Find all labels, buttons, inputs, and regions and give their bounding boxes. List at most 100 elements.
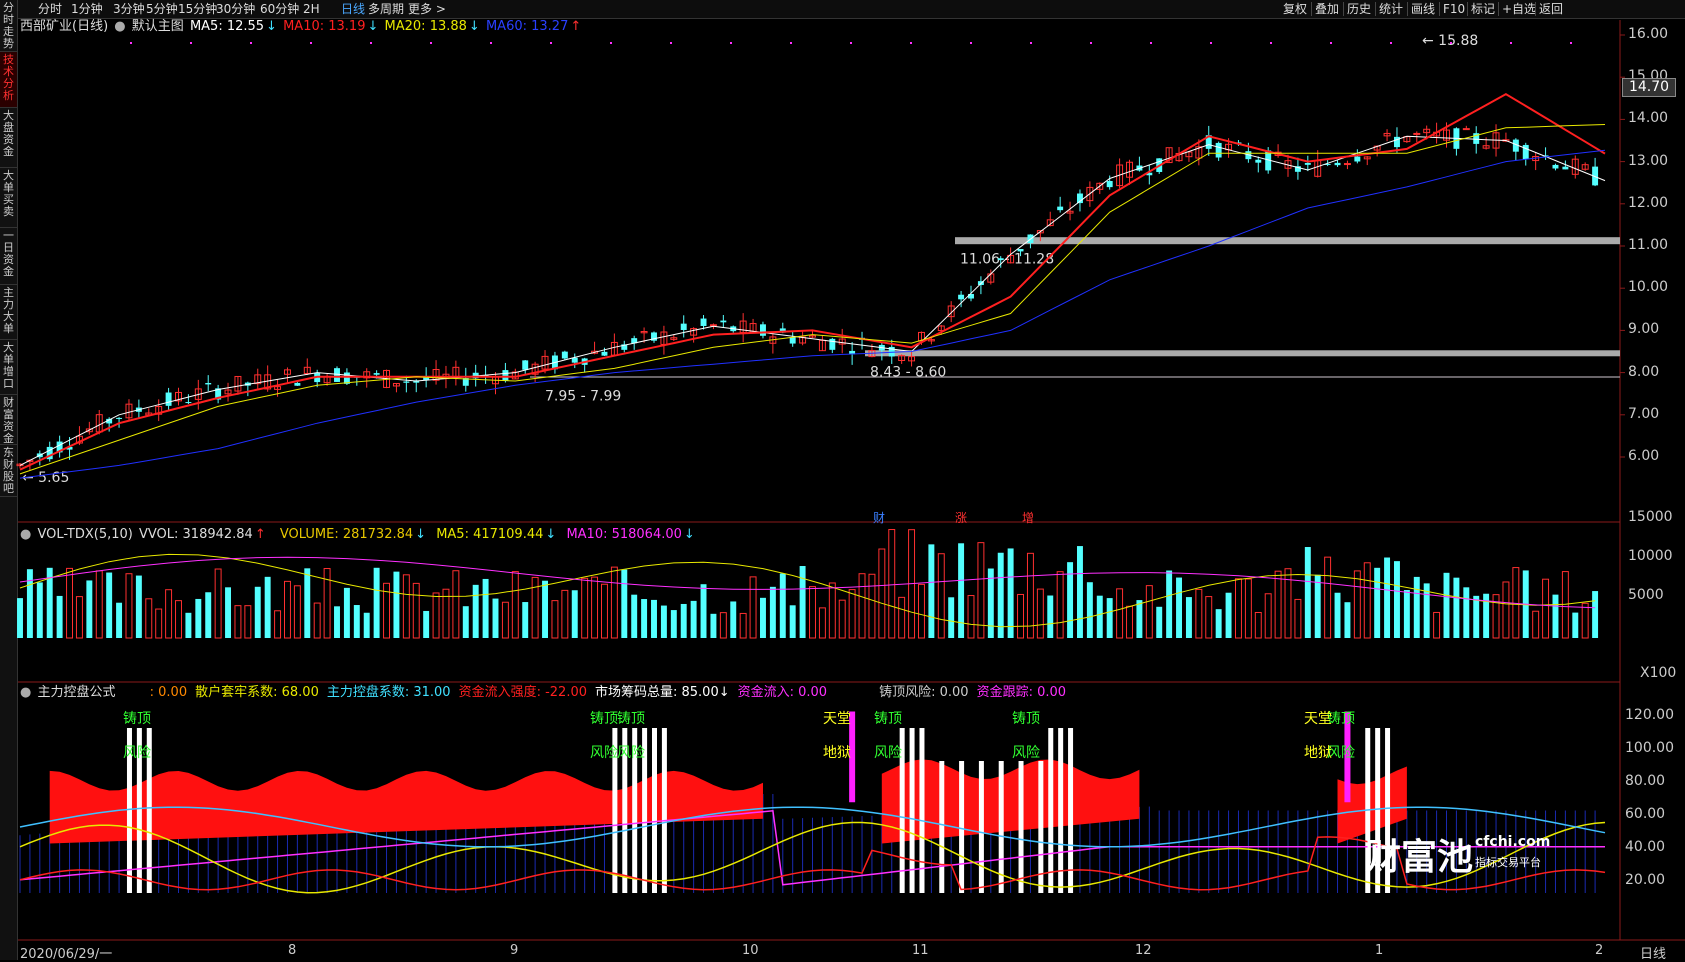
volume-bar [66, 567, 74, 639]
volume-bar [1581, 602, 1589, 639]
volume-bar [710, 613, 717, 638]
volume-bar [1254, 611, 1262, 639]
volume-bar [690, 600, 697, 638]
candle-body [571, 357, 578, 363]
volume-bar [838, 599, 846, 639]
indicator-field: : 0.00 [149, 685, 188, 700]
support-zone-bar [865, 350, 1620, 357]
volume-title[interactable]: VOL-TDX(5,10) [37, 527, 132, 542]
event-dot [1270, 42, 1272, 44]
indicator-field: 市场筹码总量: 85.00↓ [595, 685, 730, 700]
volume-bar [1443, 572, 1450, 638]
candle-body [1343, 163, 1351, 166]
vol-ma5-label: MA5: 417109.44 [436, 527, 544, 542]
volume-bar [1572, 612, 1579, 638]
volume-bar [135, 575, 142, 638]
volume-bar [888, 529, 896, 639]
indicator-field: 资金跟踪: 0.00 [976, 685, 1067, 700]
volume-bar [1274, 570, 1282, 639]
date-tick-label: 1 [1375, 943, 1384, 958]
volume-bar [958, 543, 965, 638]
volume-bar [402, 574, 410, 639]
volume-bar [542, 580, 549, 638]
volume-bar [789, 605, 796, 638]
zone-label: 8.43 - 8.60 [870, 364, 946, 380]
candle-body [1334, 162, 1341, 166]
signal-label: 铸顶 [1012, 711, 1040, 727]
candle-body [759, 324, 766, 336]
volume-bar [680, 603, 687, 638]
signal-label: 风险 [1012, 745, 1040, 761]
price-tick-label: 10.00 [1628, 279, 1669, 296]
volume-bar [641, 599, 648, 638]
volume-bar [1413, 576, 1420, 638]
indicator-title[interactable]: 主力控盘公式 [37, 685, 115, 700]
support-zone-bar [955, 237, 1620, 245]
volume-bar [1324, 556, 1332, 639]
date-tick-label: 10 [742, 943, 759, 958]
indicator-tick-label: 80.00 [1625, 773, 1666, 789]
event-dot [430, 42, 432, 44]
candle-body [958, 294, 965, 300]
indicator-tick-label: 40.00 [1625, 839, 1666, 855]
volume-bar [1106, 598, 1113, 638]
volume-bar [522, 602, 529, 638]
volume-bar [175, 600, 182, 639]
volume-bar [234, 605, 242, 639]
volume-bar [1215, 609, 1222, 638]
zone-label: 11.06 - 11.28 [960, 251, 1054, 267]
date-tick-label: 2 [1595, 943, 1604, 958]
volume-circle-icon[interactable]: ● [20, 527, 31, 542]
volume-bar [1473, 595, 1480, 638]
candle-body [709, 324, 717, 327]
candle-body [1522, 144, 1529, 160]
volume-tick-label: 5000 [1628, 587, 1664, 603]
candle-body [522, 360, 529, 370]
chart-canvas[interactable]: 11.06 - 11.28 8.43 - 8.60 7.95 - 7.99 ← 15.… [0, 0, 1685, 960]
period-label[interactable]: 日线 [1640, 943, 1666, 962]
ma-line [19, 124, 1606, 475]
candle-body [829, 338, 836, 350]
volume-bar [1314, 574, 1321, 638]
volume-bar [571, 590, 578, 638]
volume-bar [987, 568, 994, 638]
volume-bar [898, 596, 906, 639]
signal-column [909, 728, 915, 893]
watermark-brand: 财富池 [1365, 837, 1474, 878]
signal-label: 风险 [590, 745, 618, 761]
volume-bar [1126, 605, 1133, 639]
indicator-tick-label: 20.00 [1625, 872, 1666, 888]
event-marker: 涨 [955, 510, 967, 525]
volume-bar [1433, 611, 1441, 639]
indicator-circle-icon[interactable]: ● [20, 685, 31, 700]
volume-bar [1393, 561, 1400, 638]
candle-body [700, 318, 707, 326]
candle-body [403, 381, 410, 383]
volume-bar [1116, 588, 1124, 639]
candle-body [165, 392, 172, 406]
volume-bar [373, 567, 380, 638]
volume-bar [1304, 547, 1311, 638]
signal-column [1018, 761, 1024, 893]
candle-body [1304, 162, 1311, 165]
volume-bar [1334, 592, 1341, 638]
candle-body [561, 351, 568, 359]
ma-line [19, 149, 1606, 479]
volume-bar [719, 612, 727, 639]
candle-body [1462, 128, 1470, 131]
date-tick-label: 9 [510, 943, 519, 958]
volume-bar [610, 566, 618, 639]
vol-ma10-arrow: ↓ [683, 527, 695, 542]
signal-column [959, 761, 965, 893]
volume-bar [769, 586, 776, 638]
zone-label: 7.95 - 7.99 [545, 389, 621, 405]
candle-body [1552, 164, 1559, 169]
volume-bar [928, 544, 935, 638]
volume-bar [214, 568, 222, 639]
candle-body [997, 258, 1004, 261]
event-dot [1210, 42, 1212, 44]
volume-header: ● VOL-TDX(5,10) VVOL: 318942.84 ↑ VOLUME:… [20, 527, 697, 543]
volume-bar [452, 570, 460, 639]
price-tick-label: 12.00 [1628, 194, 1669, 211]
volume-bar [36, 582, 43, 638]
